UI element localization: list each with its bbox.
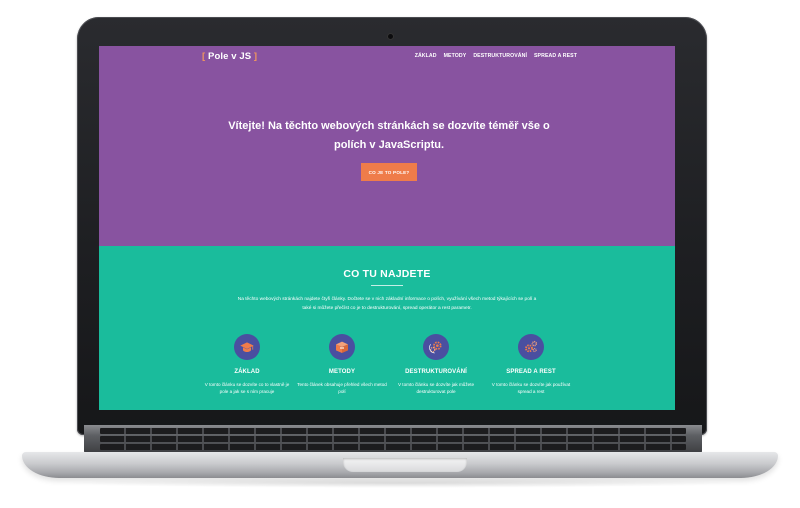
section-title: CO TU NAJDETE	[343, 268, 431, 280]
title-divider	[371, 285, 403, 286]
feature-title: DESTRUKTUROVÁNÍ	[405, 369, 467, 375]
laptop-screen: [ Pole v JS ] ZÁKLAD METODY DESTRUKTUROV…	[99, 46, 675, 410]
gears-icon	[423, 334, 449, 360]
feature-title: ZÁKLAD	[234, 369, 260, 375]
feature-text: Tento článek obsahuje přehled všech meto…	[297, 382, 387, 394]
feature-text: V tomto článku se dozvíte jak používat s…	[491, 382, 571, 394]
cta-button[interactable]: CO JE TO POLE?	[361, 163, 417, 181]
feature-zaklad: ZÁKLAD V tomto článku se dozvíte co to v…	[202, 334, 292, 395]
webcam	[388, 34, 393, 39]
brand-bracket-open: [	[202, 51, 206, 62]
main-nav: ZÁKLAD METODY DESTRUKTUROVÁNÍ SPREAD A R…	[415, 53, 577, 59]
keyboard-row	[100, 444, 686, 450]
feature-title: METODY	[328, 369, 356, 375]
features-section: CO TU NAJDETE Na těchto webových stránká…	[99, 246, 675, 410]
keyboard-row	[100, 436, 686, 442]
brand-bracket-close: ]	[253, 51, 258, 62]
brand-logo[interactable]: [ Pole v JS ]	[202, 51, 257, 62]
lid-opening-notch	[343, 458, 467, 472]
feature-spread-a-rest: SPREAD A REST V tomto článku se dozvíte …	[486, 334, 576, 395]
feature-destrukturovani: DESTRUKTUROVÁNÍ V tomto článku se dozvít…	[391, 334, 481, 395]
feature-text: V tomto článku se dozvíte jak můžete des…	[397, 382, 475, 394]
navbar: [ Pole v JS ] ZÁKLAD METODY DESTRUKTUROV…	[99, 46, 675, 68]
laptop-shadow	[60, 478, 740, 488]
section-intro: Na těchto webových stránkách najdete čty…	[237, 297, 537, 311]
hero-title: Vítejte! Na těchto webových stránkách se…	[228, 120, 550, 151]
box-icon	[329, 334, 355, 360]
keyboard-row	[100, 428, 686, 434]
feature-metody: METODY Tento článek obsahuje přehled vše…	[297, 334, 387, 395]
nav-item-destrukturovani[interactable]: DESTRUKTUROVÁNÍ	[473, 53, 527, 59]
graduation-cap-icon	[234, 334, 260, 360]
feature-title: SPREAD A REST	[506, 369, 556, 375]
nav-item-zaklad[interactable]: ZÁKLAD	[415, 53, 437, 59]
cogs-icon	[518, 334, 544, 360]
hero-section: [ Pole v JS ] ZÁKLAD METODY DESTRUKTUROV…	[99, 46, 675, 246]
nav-item-spread-a-rest[interactable]: SPREAD A REST	[534, 53, 577, 59]
nav-item-metody[interactable]: METODY	[444, 53, 467, 59]
feature-text: V tomto článku se dozvíte co to vlastně …	[204, 382, 290, 394]
brand-name: Pole v JS	[208, 51, 252, 62]
